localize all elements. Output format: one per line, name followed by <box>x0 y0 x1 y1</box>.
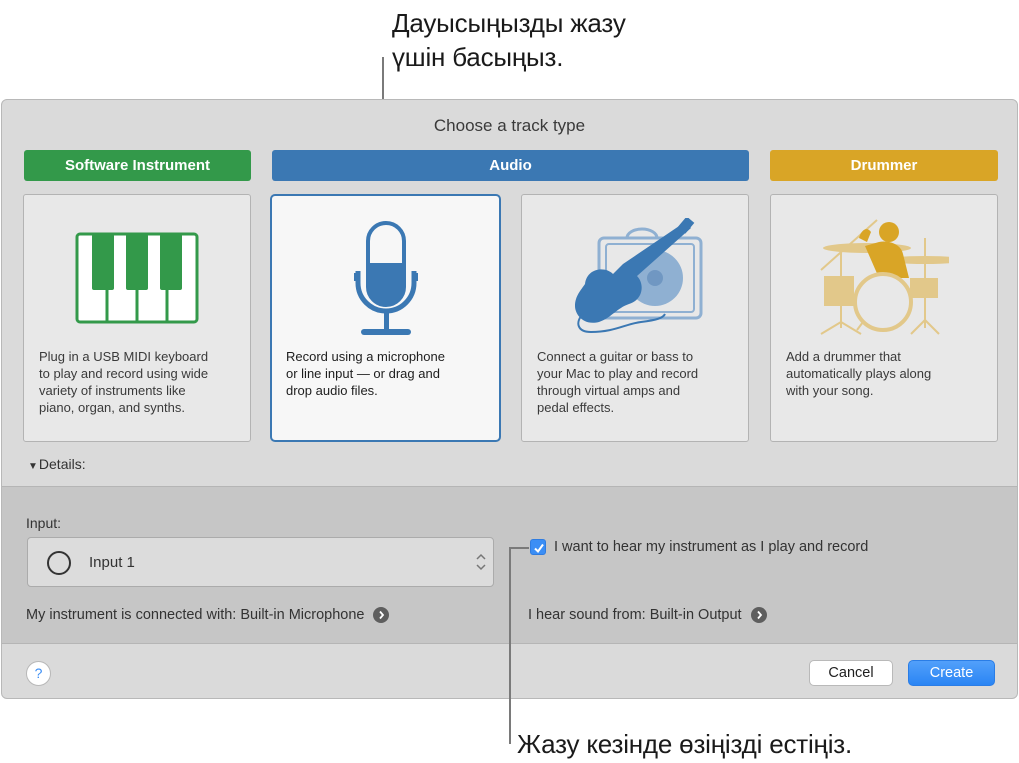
chevron-right-icon <box>379 610 385 620</box>
input-channel-icon <box>47 551 71 575</box>
disclosure-triangle-icon: ▼ <box>28 461 38 472</box>
hear-from-label: I hear sound from: Built-in Output <box>528 607 742 623</box>
callout-pointer-bottom-vertical <box>509 547 511 744</box>
monitor-checkbox-row[interactable]: I want to hear my instrument as I play a… <box>530 539 868 555</box>
cancel-button[interactable]: Cancel <box>809 660 893 686</box>
card-drummer[interactable]: Add a drummer that automatically plays a… <box>770 194 998 442</box>
drummer-icon <box>771 215 997 340</box>
card-software-instrument[interactable]: Plug in a USB MIDI keyboard to play and … <box>23 194 251 442</box>
card-audio-guitar[interactable]: Connect a guitar or bass to your Mac to … <box>521 194 749 442</box>
connected-with-label: My instrument is connected with: Built-i… <box>26 607 365 623</box>
card-audio-microphone[interactable]: Record using a microphone or line input … <box>270 194 501 442</box>
input-select[interactable]: Input 1 <box>27 537 494 587</box>
callout-monitor-hint: Жазу кезінде өзіңізді естіңіз. <box>517 729 853 759</box>
card-description: Add a drummer that automatically plays a… <box>786 348 985 399</box>
description-line: drop audio files. <box>286 383 378 398</box>
help-button[interactable]: ? <box>26 661 51 686</box>
description-line: with your song. <box>786 383 874 398</box>
description-line: pedal effects. <box>537 400 615 415</box>
up-down-chevron-icon <box>475 551 487 573</box>
hear-from: I hear sound from: Built-in Output <box>528 607 767 623</box>
header-software-instrument[interactable]: Software Instrument <box>24 150 251 181</box>
description-line: Connect a guitar or bass to <box>537 349 694 364</box>
description-line: Add a drummer that <box>786 349 901 364</box>
card-description: Connect a guitar or bass to your Mac to … <box>537 348 736 416</box>
description-line: automatically plays along <box>786 366 932 381</box>
callout-line-1: Дауысыңызды жазу <box>392 8 626 38</box>
description-line: through virtual amps and <box>537 383 681 398</box>
details-disclosure[interactable]: ▼Details: <box>28 456 86 472</box>
microphone-icon <box>272 216 499 341</box>
description-line: or line input — or drag and <box>286 366 440 381</box>
dialog-title: Choose a track type <box>433 116 586 135</box>
connected-with-arrow-button[interactable] <box>373 607 390 623</box>
monitor-checkbox[interactable] <box>530 539 546 555</box>
description-line: piano, organ, and synths. <box>39 400 185 415</box>
create-button[interactable]: Create <box>908 660 995 686</box>
input-select-value: Input 1 <box>89 554 135 571</box>
input-label: Input: <box>26 515 62 531</box>
hear-from-arrow-button[interactable] <box>750 607 767 623</box>
description-line: Record using a microphone <box>286 349 445 364</box>
description-line: variety of instruments like <box>39 383 186 398</box>
description-line: Plug in a USB MIDI keyboard <box>39 349 209 364</box>
header-drummer[interactable]: Drummer <box>770 150 998 181</box>
card-description: Record using a microphone or line input … <box>286 348 487 399</box>
header-audio[interactable]: Audio <box>272 150 749 181</box>
card-description: Plug in a USB MIDI keyboard to play and … <box>39 348 238 416</box>
description-line: to play and record using wide <box>39 366 209 381</box>
piano-keyboard-icon <box>24 215 250 340</box>
monitor-label: I want to hear my instrument as I play a… <box>554 539 869 555</box>
guitar-amp-icon <box>522 215 748 340</box>
details-label: Details: <box>38 456 86 472</box>
connected-with: My instrument is connected with: Built-i… <box>26 607 390 623</box>
chevron-right-icon <box>756 610 762 620</box>
callout-line-2: үшін басыңыз. <box>392 42 564 72</box>
description-line: your Mac to play and record <box>537 366 699 381</box>
callout-record-hint: Дауысыңызды жазу үшін басыңыз. <box>392 6 626 74</box>
callout-pointer-bottom-horizontal <box>509 547 529 549</box>
